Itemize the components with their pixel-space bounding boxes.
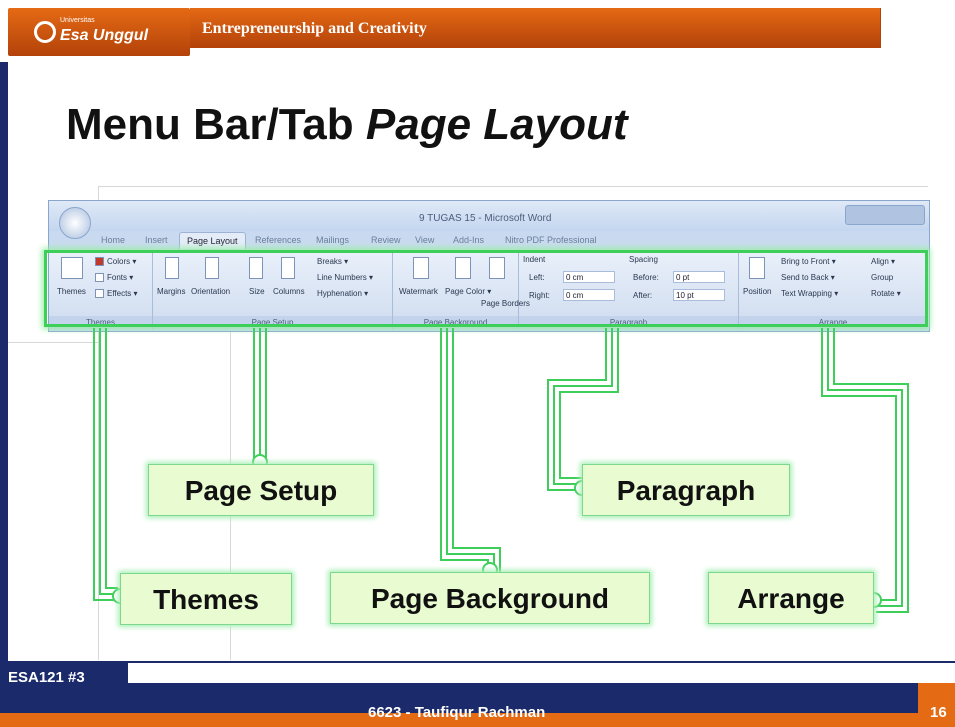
footer-page-number: 16 <box>930 704 947 721</box>
connector-page-background <box>440 328 489 572</box>
footer-rule <box>8 661 955 663</box>
callout-paragraph: Paragraph <box>582 464 790 516</box>
callout-page-background: Page Background <box>330 572 650 624</box>
connector-arrange <box>827 328 903 607</box>
callout-page-setup: Page Setup <box>148 464 374 516</box>
callout-arrange: Arrange <box>708 572 874 624</box>
connector-paragraph <box>559 328 619 479</box>
connector-themes <box>99 328 118 595</box>
footer-course-code: ESA121 #3 <box>8 669 85 686</box>
connector-paragraph <box>553 328 613 485</box>
footer-author: 6623 - Taufiqur Rachman <box>368 704 546 721</box>
connector-themes <box>105 328 118 589</box>
connector-page-background <box>446 328 495 572</box>
connector-page-background <box>452 328 501 572</box>
callout-themes: Themes <box>120 573 292 625</box>
